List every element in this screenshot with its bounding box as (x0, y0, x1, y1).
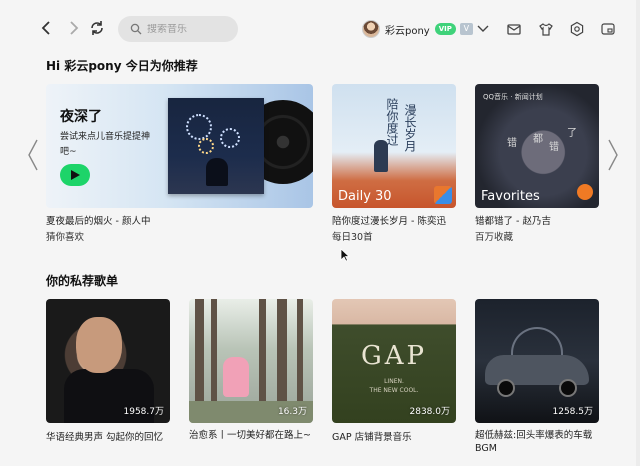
play-count: 1258.5万 (552, 407, 594, 417)
playlist-title[interactable]: GAP 店铺背景音乐 (332, 429, 412, 443)
playlist-title[interactable]: 华语经典男声 勾起你的回忆 (46, 429, 163, 443)
cover-vertical-text: 陪你度过 (385, 98, 399, 146)
search-input[interactable] (147, 23, 237, 35)
chevron-down-icon (477, 25, 489, 32)
play-count: 1958.7万 (123, 407, 165, 417)
chevron-left-icon (41, 21, 50, 35)
banner-subtitle: 尝试来点儿音乐提提神吧~ (60, 132, 151, 157)
cover-label: Favorites (481, 189, 540, 204)
play-count: 2838.0万 (409, 407, 451, 417)
cover-brand: QQ音乐 · 新闻计划 (483, 93, 543, 101)
card-subtitle[interactable]: 每日30首 (332, 229, 373, 243)
chevron-left-icon (28, 139, 38, 171)
card-subtitle[interactable]: 猜你喜欢 (46, 229, 84, 243)
window-icon (601, 23, 615, 35)
cover-word: 错 (549, 142, 559, 153)
cover-word: 了 (567, 128, 577, 139)
cover-vertical-text: 漫长岁月 (403, 104, 417, 152)
card-title[interactable]: 陪你度过漫长岁月 - 陈奕迅 (332, 213, 446, 227)
qq-music-logo (434, 186, 452, 204)
favorites-cover[interactable]: QQ音乐 · 新闻计划 错 都 错 了 Favorites (475, 84, 599, 208)
chevron-right-icon (70, 21, 79, 35)
playlist-cover[interactable]: 1258.5万 (475, 299, 599, 423)
user-menu-button[interactable] (476, 20, 490, 34)
chevron-right-icon (608, 139, 618, 171)
vip-badge[interactable]: VIP (434, 23, 456, 35)
card-subtitle[interactable]: 百万收藏 (475, 229, 513, 243)
playlists-title: 你的私荐歌单 (46, 274, 119, 288)
refresh-icon (91, 21, 103, 35)
recommend-title: Hi 彩云pony 今日为你推荐 (46, 59, 198, 73)
back-button[interactable] (36, 17, 58, 39)
mail-icon (507, 24, 521, 35)
banner-title: 夜深了 (60, 109, 102, 125)
search-icon (130, 23, 142, 35)
playlist-cover[interactable]: GAP LINEN. THE NEW COOL. 2838.0万 (332, 299, 456, 423)
refresh-button[interactable] (86, 17, 108, 39)
vip-level-badge[interactable]: V (459, 23, 473, 35)
qq-music-logo (577, 184, 593, 200)
playlist-cover[interactable]: 1958.7万 (46, 299, 170, 423)
search-box[interactable] (118, 16, 238, 42)
cover-word: 都 (533, 134, 543, 145)
daily30-cover[interactable]: 陪你度过 漫长岁月 Daily 30 (332, 84, 456, 208)
album-cover-image (168, 98, 264, 194)
card-title[interactable]: 夏夜最后的烟火 - 颜人中 (46, 213, 150, 227)
mouse-cursor-icon (340, 248, 350, 262)
forward-button[interactable] (62, 17, 84, 39)
recommend-banner-card[interactable]: 夜深了 尝试来点儿音乐提提神吧~ (46, 84, 313, 208)
settings-button[interactable] (569, 21, 585, 37)
card-title[interactable]: 错都错了 - 赵乃吉 (475, 213, 551, 227)
user-name[interactable]: 彩云pony (385, 22, 430, 37)
skin-button[interactable] (538, 21, 554, 37)
gear-icon (570, 21, 584, 37)
user-profile[interactable]: 彩云pony VIP V (362, 18, 473, 40)
top-bar: 彩云pony VIP V (0, 0, 640, 54)
playlist-cover[interactable]: 16.3万 (189, 299, 313, 423)
shirt-icon (539, 23, 553, 36)
mini-player-button[interactable] (600, 21, 616, 37)
avatar[interactable] (362, 20, 380, 38)
cover-word: 错 (507, 138, 517, 149)
cover-brand: GAP (360, 341, 428, 371)
play-count: 16.3万 (277, 407, 307, 417)
carousel-prev-button[interactable] (26, 138, 40, 172)
play-button[interactable] (60, 164, 90, 186)
playlist-title[interactable]: 超低赫兹:回头率爆表的车载BGM (475, 429, 599, 455)
scrollbar[interactable] (636, 0, 640, 466)
playlist-title[interactable]: 治愈系丨一切美好都在路上~ (189, 429, 313, 442)
carousel-next-button[interactable] (606, 138, 620, 172)
cover-subtext: LINEN. THE NEW COOL. (369, 378, 419, 394)
runner-figure (374, 140, 388, 172)
message-button[interactable] (506, 21, 522, 37)
cover-label: Daily 30 (338, 189, 392, 204)
